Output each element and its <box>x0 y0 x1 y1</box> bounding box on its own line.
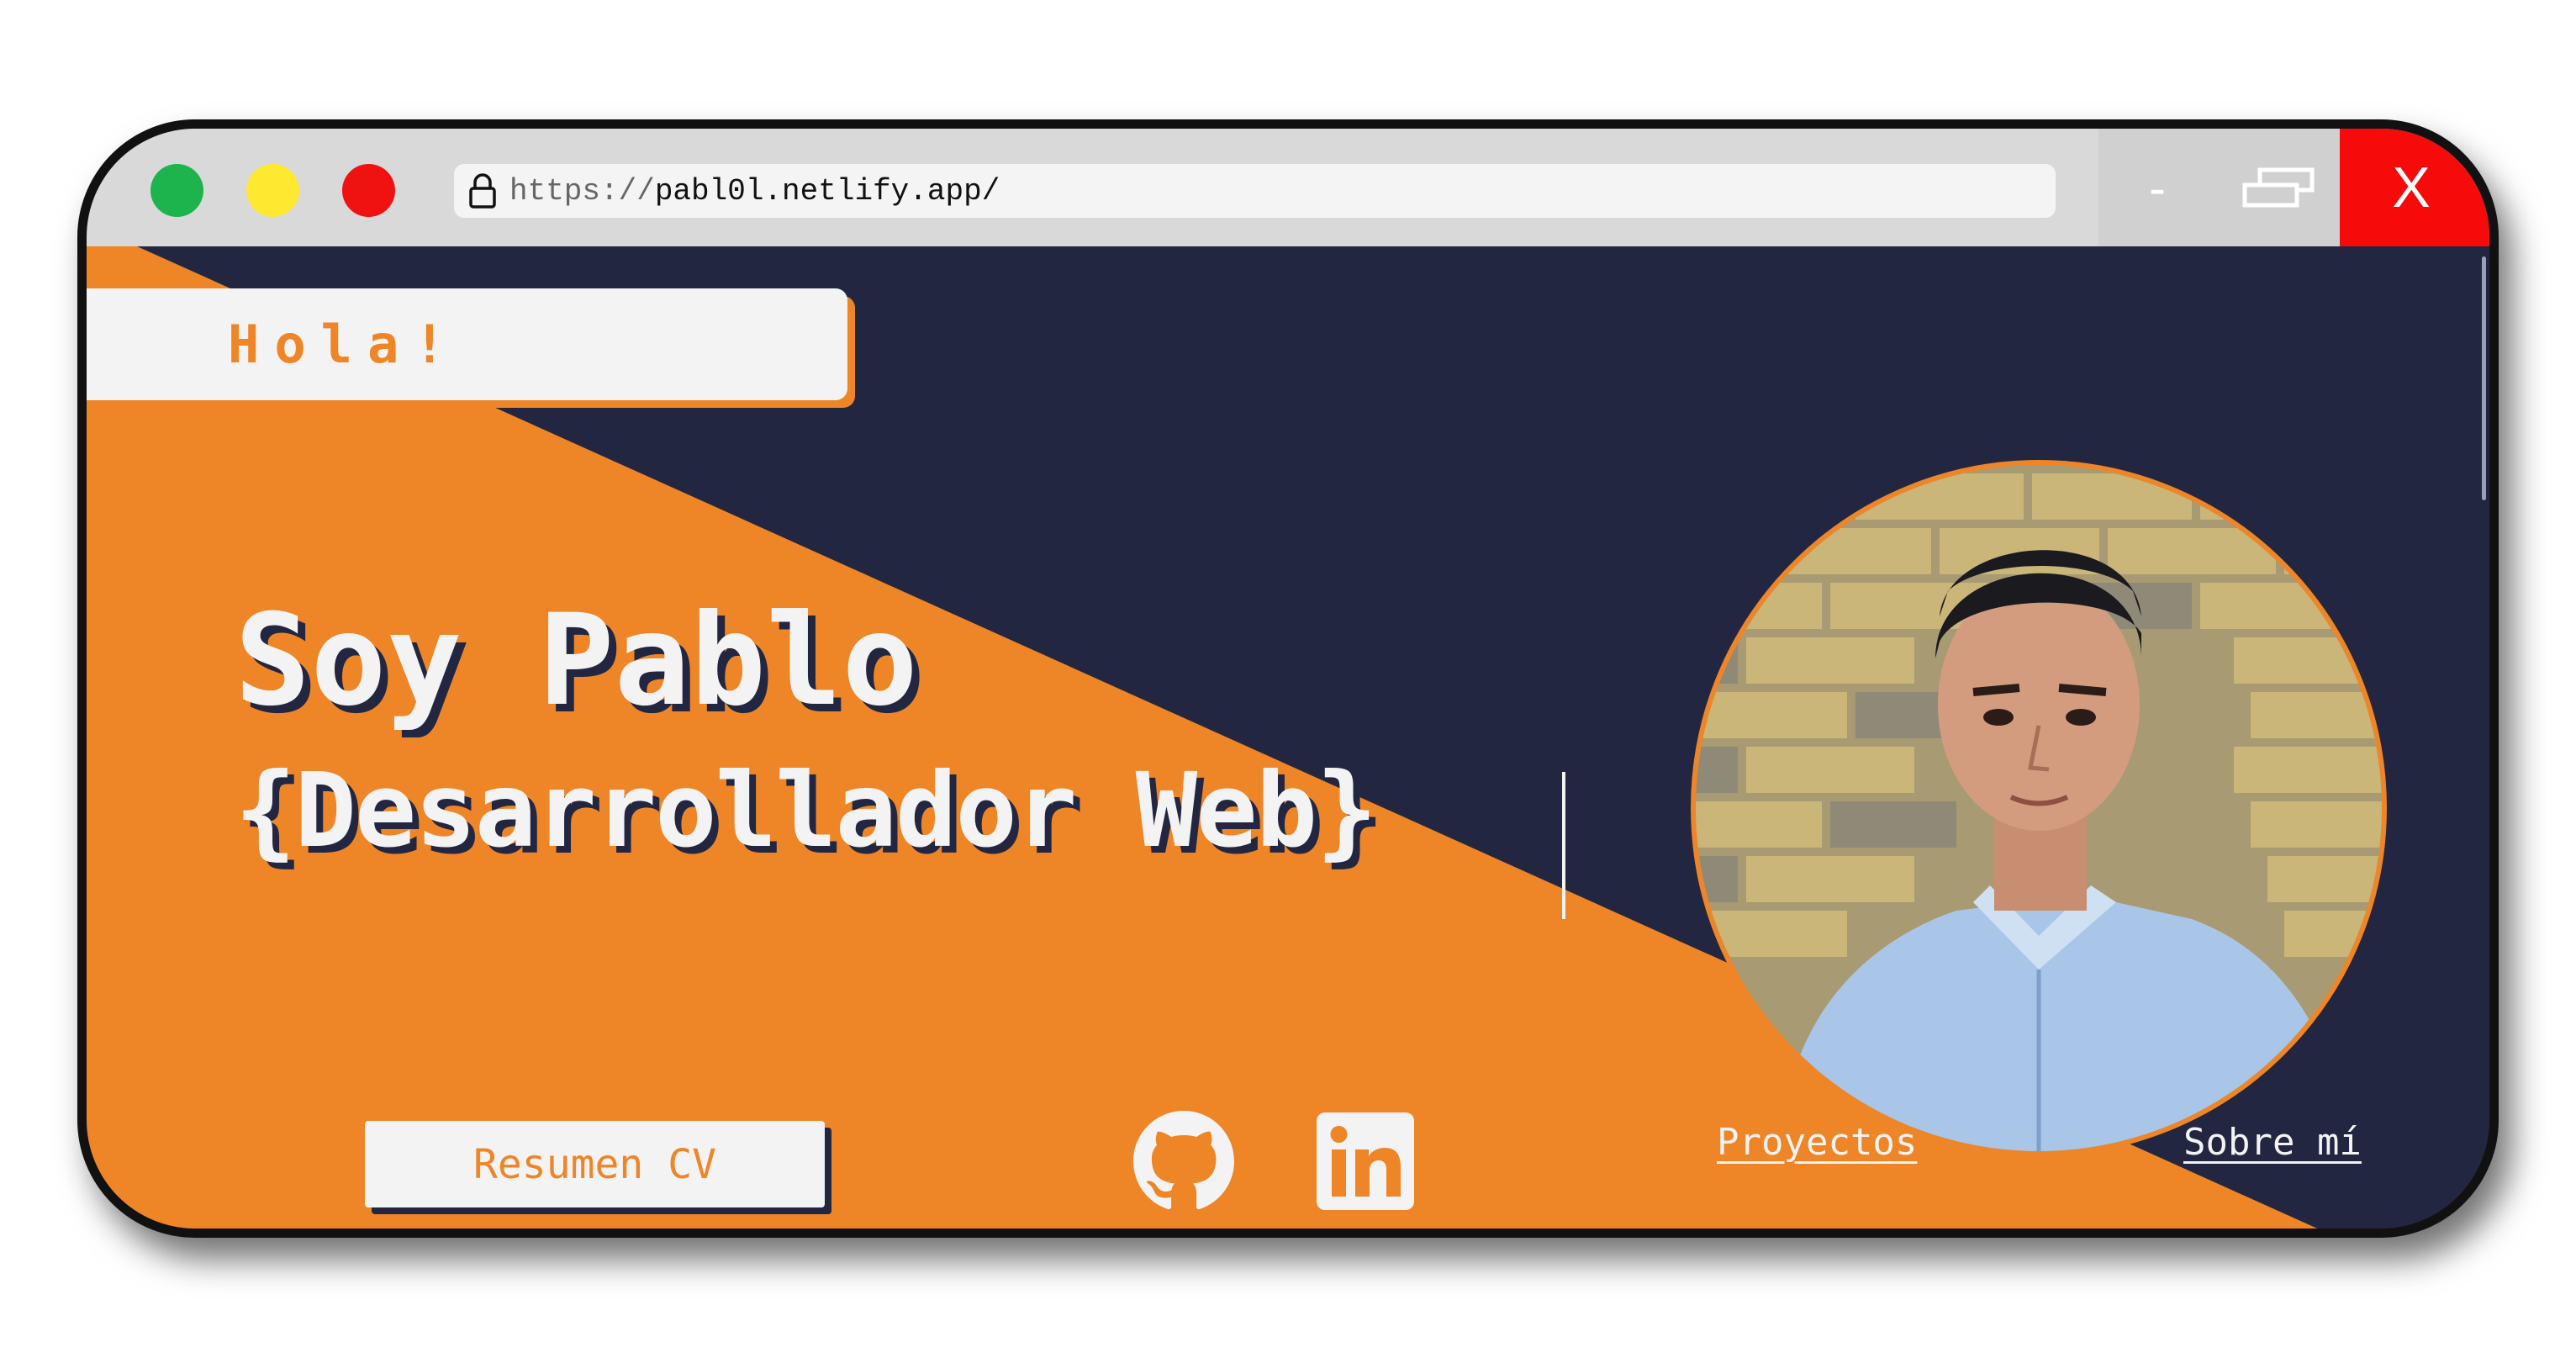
minimize-label: - <box>2149 159 2166 216</box>
title-bar: https://pabl0l.netlify.app/ - X <box>87 129 2489 246</box>
close-label: X <box>2392 156 2431 219</box>
nav-link-sobre-mi[interactable]: Sobre mí <box>2183 1121 2362 1164</box>
linkedin-icon <box>1317 1112 1414 1210</box>
minimize-button[interactable]: - <box>2098 129 2216 246</box>
scrollbar-thumb[interactable] <box>2482 256 2486 500</box>
greeting-text: Hola! <box>228 314 461 375</box>
nav-link-proyectos[interactable]: Proyectos <box>1717 1121 1917 1164</box>
profile-photo <box>1691 460 2387 1156</box>
profile-portrait <box>1696 465 2382 1151</box>
traffic-light-red[interactable] <box>342 164 395 217</box>
github-icon <box>1133 1111 1234 1210</box>
hero-name: Soy Pablo <box>235 588 918 734</box>
lock-icon <box>469 173 496 209</box>
traffic-light-yellow[interactable] <box>246 164 299 217</box>
restore-icon <box>2242 167 2314 208</box>
address-bar[interactable]: https://pabl0l.netlify.app/ <box>454 164 2056 218</box>
url-scheme: https:// <box>509 173 655 209</box>
github-link[interactable] <box>1133 1111 1234 1212</box>
browser-window: https://pabl0l.netlify.app/ - X Hola! So… <box>77 119 2499 1238</box>
hero-role: {Desarrollador Web} <box>235 751 1378 870</box>
close-button[interactable]: X <box>2340 129 2489 246</box>
page-content: Hola! Soy Pablo {Desarrollador Web} Resu… <box>87 246 2489 1229</box>
linkedin-link[interactable] <box>1315 1111 1416 1212</box>
typing-cursor <box>1562 772 1565 919</box>
restore-button[interactable] <box>2216 129 2340 246</box>
url-host: pabl0l.netlify.app/ <box>654 173 1000 209</box>
greeting-banner: Hola! <box>87 288 847 400</box>
resume-cv-button[interactable]: Resumen CV <box>365 1121 825 1207</box>
scrollbar[interactable] <box>2478 246 2489 500</box>
traffic-light-green[interactable] <box>150 164 203 217</box>
